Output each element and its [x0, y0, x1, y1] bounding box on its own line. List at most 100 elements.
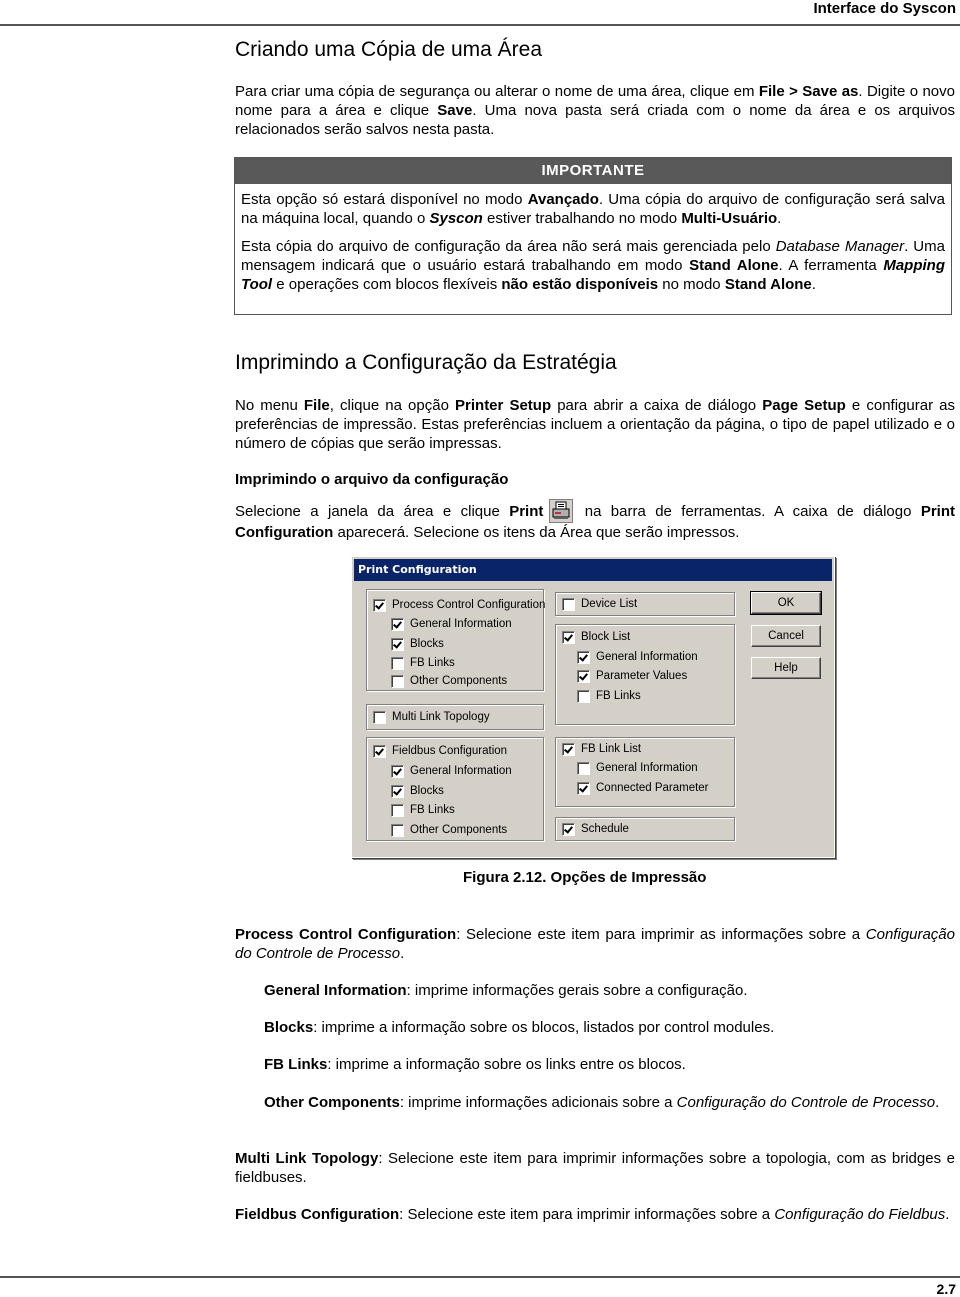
italic-term: Configuração do Fieldbus — [774, 1206, 946, 1223]
checkbox-checked-icon — [373, 598, 386, 612]
ok-button[interactable]: OK — [750, 591, 822, 615]
checkbox-label: FB Links — [410, 657, 455, 669]
checkbox-fbl-general-information[interactable]: General Information — [577, 760, 698, 776]
checkbox-checked-icon — [577, 669, 590, 683]
figure-caption: Figura 2.12. Opções de Impressão — [463, 869, 707, 886]
checkbox-label: FB Links — [596, 690, 641, 702]
checkbox-fc-fb-links[interactable]: FB Links — [391, 802, 455, 818]
checkbox-unchecked-icon — [391, 803, 404, 817]
desc-blocks: Blocks: imprime a informação sobre os bl… — [264, 1018, 955, 1037]
checkbox-unchecked-icon — [577, 689, 590, 703]
checkbox-unchecked-icon — [562, 597, 575, 611]
text: para abrir a caixa de diálogo — [551, 397, 763, 414]
checkbox-fieldbus-configuration[interactable]: Fieldbus Configuration — [373, 743, 507, 759]
checkbox-multi-link-topology[interactable]: Multi Link Topology — [373, 709, 490, 725]
checkbox-bl-fb-links[interactable]: FB Links — [577, 688, 641, 704]
important-note-box: IMPORTANTE Esta opção só estará disponív… — [234, 157, 952, 315]
bold-term: Multi-Usuário — [681, 210, 778, 227]
checkbox-fb-link-list[interactable]: FB Link List — [562, 741, 641, 757]
cancel-button[interactable]: Cancel — [751, 625, 821, 647]
checkbox-pcc-blocks[interactable]: Blocks — [391, 636, 444, 652]
desc-fieldbus-configuration: Fieldbus Configuration: Selecione este i… — [235, 1205, 955, 1224]
checkbox-pcc-fb-links[interactable]: FB Links — [391, 655, 455, 671]
checkbox-label: Other Components — [410, 675, 508, 687]
desc-fb-links: FB Links: imprime a informação sobre os … — [264, 1055, 955, 1074]
help-button[interactable]: Help — [751, 657, 821, 679]
checkbox-checked-icon — [562, 822, 575, 836]
copy-area-paragraph: Para criar uma cópia de segurança ou alt… — [235, 82, 955, 139]
text: : imprime informações adicionais sobre a — [399, 1094, 677, 1111]
term: Blocks — [264, 1019, 314, 1036]
italic-term: Configuração do Controle de Processo — [676, 1094, 936, 1111]
subsection-title: Imprimindo o arquivo da configuração — [235, 471, 509, 488]
checkbox-schedule[interactable]: Schedule — [562, 821, 629, 837]
text: No menu — [235, 397, 304, 414]
text: na barra de ferramentas. A caixa de diál… — [575, 503, 921, 520]
checkbox-fc-other-components[interactable]: Other Components — [391, 822, 507, 838]
bold-term: Printer Setup — [455, 397, 552, 414]
checkbox-pcc-general-information[interactable]: General Information — [391, 616, 512, 632]
bold-italic-term: Syscon — [429, 210, 483, 227]
text: : imprime informações gerais sobre a con… — [406, 982, 748, 999]
checkbox-label: Connected Parameter — [596, 782, 709, 794]
checkbox-block-list[interactable]: Block List — [562, 629, 630, 645]
desc-general-information: General Information: imprime informações… — [264, 981, 955, 1000]
text: , clique na opção — [329, 397, 456, 414]
fb-link-list-group: FB Link List General Information Connect… — [555, 737, 735, 807]
checkbox-label: Parameter Values — [596, 670, 688, 682]
checkbox-unchecked-icon — [577, 761, 590, 775]
important-paragraph-2: Esta cópia do arquivo de configuração da… — [241, 237, 945, 294]
checkbox-fc-blocks[interactable]: Blocks — [391, 783, 444, 799]
term: Fieldbus Configuration — [235, 1206, 400, 1223]
bold-term: não estão disponíveis — [501, 276, 659, 293]
term: Multi Link Topology — [235, 1150, 379, 1167]
checkbox-label: Schedule — [581, 823, 629, 835]
desc-process-control-configuration: Process Control Configuration: Selecione… — [235, 925, 955, 963]
checkbox-fc-general-information[interactable]: General Information — [391, 763, 512, 779]
term: Process Control Configuration — [235, 926, 457, 943]
bold-term: Page Setup — [762, 397, 846, 414]
checkbox-bl-general-information[interactable]: General Information — [577, 649, 698, 665]
checkbox-checked-icon — [562, 630, 575, 644]
page-number: 2.7 — [936, 1281, 956, 1297]
schedule-group: Schedule — [555, 817, 735, 841]
checkbox-label: Block List — [581, 631, 631, 643]
term: General Information — [264, 982, 407, 999]
checkbox-fbl-connected-parameter[interactable]: Connected Parameter — [577, 780, 709, 796]
bold-term: Stand Alone — [724, 276, 812, 293]
desc-other-components: Other Components: imprime informações ad… — [264, 1093, 955, 1112]
fieldbus-configuration-group: Fieldbus Configuration General Informati… — [366, 737, 544, 841]
checkbox-pcc-other-components[interactable]: Other Components — [391, 673, 507, 689]
section-title-printing: Imprimindo a Configuração da Estratégia — [235, 351, 617, 374]
text: : Selecione este item para imprimir info… — [399, 1206, 775, 1223]
italic-term: Database Manager — [775, 238, 905, 255]
checkbox-label: Device List — [581, 598, 638, 610]
bold-term: Stand Alone — [689, 257, 779, 274]
checkbox-process-control-configuration[interactable]: Process Control Configuration — [373, 597, 545, 613]
checkbox-device-list[interactable]: Device List — [562, 596, 637, 612]
checkbox-label: Multi Link Topology — [392, 711, 490, 723]
bold-term: Avançado — [527, 191, 599, 208]
checkbox-label: Blocks — [410, 785, 444, 797]
bold-term: File — [303, 397, 330, 414]
print-configuration-dialog: Print Configuration Process Control Conf… — [351, 556, 835, 858]
checkbox-label: FB Link List — [581, 743, 642, 755]
text: . — [935, 1094, 940, 1111]
text: . — [811, 276, 816, 293]
checkbox-label: General Information — [596, 762, 698, 774]
printing-paragraph: No menu File, clique na opção Printer Se… — [235, 396, 955, 453]
checkbox-checked-icon — [577, 650, 590, 664]
checkbox-bl-parameter-values[interactable]: Parameter Values — [577, 668, 687, 684]
text: : Selecione este item para imprimir as i… — [456, 926, 866, 943]
checkbox-checked-icon — [391, 637, 404, 651]
text: : imprime a informação sobre os links en… — [327, 1056, 686, 1073]
checkbox-label: General Information — [596, 651, 698, 663]
checkbox-checked-icon — [391, 784, 404, 798]
text: no modo — [658, 276, 725, 293]
save-term: Save — [437, 102, 473, 119]
term: Other Components — [264, 1094, 400, 1111]
print-instructions-paragraph: Selecione a janela da área e clique Prin… — [235, 499, 955, 542]
checkbox-checked-icon — [391, 764, 404, 778]
text: Para criar uma cópia de segurança ou alt… — [235, 83, 759, 100]
dialog-titlebar: Print Configuration — [354, 559, 832, 581]
